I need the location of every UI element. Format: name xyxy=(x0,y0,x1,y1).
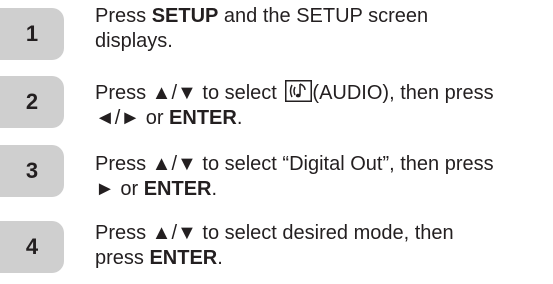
step-number: 4 xyxy=(25,234,39,259)
instruction-text: . xyxy=(236,107,243,129)
instruction-text: . xyxy=(211,178,218,200)
setup-key-label: SETUP xyxy=(151,5,219,27)
step-number: 3 xyxy=(25,158,39,183)
instruction-text: Press ▲/▼ to select xyxy=(95,82,283,104)
instruction-text: displays. xyxy=(95,30,173,52)
instruction-text: ► or xyxy=(95,178,144,200)
step-number-badge: 4 xyxy=(0,221,64,273)
step-instruction: Press ▲/▼ to select “Digital Out”, then … xyxy=(95,152,550,202)
enter-key-label: ENTER xyxy=(143,178,212,200)
step-number: 2 xyxy=(25,89,39,114)
instruction-text: Press xyxy=(95,5,152,27)
instruction-text: . xyxy=(217,247,223,269)
step-instruction: Press ▲/▼ to select (AUDIO), then press ◄… xyxy=(95,80,550,131)
step-number-badge: 2 xyxy=(0,76,64,128)
step-number-badge: 1 xyxy=(0,8,64,60)
step-number-badge: 3 xyxy=(0,145,64,197)
step-instruction: Press SETUP and the SETUP screen displays… xyxy=(95,4,550,54)
instruction-text: ◄/► or xyxy=(95,107,170,129)
step-number: 1 xyxy=(25,21,39,46)
enter-key-label: ENTER xyxy=(149,247,218,269)
enter-key-label: ENTER xyxy=(169,107,237,129)
step-instruction: Press ▲/▼ to select desired mode, then pr… xyxy=(95,221,550,271)
instruction-text: (AUDIO), then press xyxy=(312,82,494,104)
audio-music-note-icon xyxy=(285,80,313,102)
instruction-text: and the SETUP screen xyxy=(218,5,429,27)
instruction-text: Press ▲/▼ to select “Digital Out”, then … xyxy=(95,153,494,175)
instruction-text: press xyxy=(95,247,150,269)
instruction-text: Press ▲/▼ to select desired mode, then xyxy=(95,222,454,244)
